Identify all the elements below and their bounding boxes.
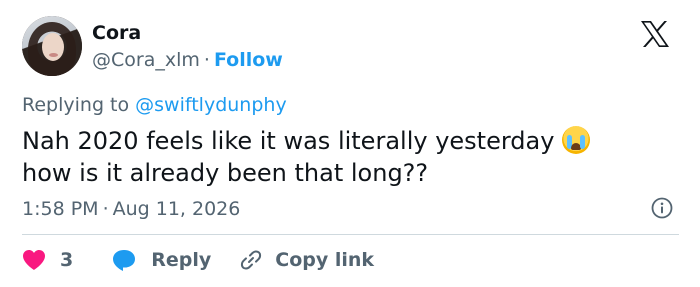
tweet-line-2: how is it already been that long?? [22,159,429,187]
divider [22,234,679,235]
link-icon [241,250,262,270]
avatar[interactable] [22,16,82,76]
x-logo-icon[interactable] [640,20,670,48]
timestamp-separator: · [102,198,109,220]
reply-mention-link[interactable]: @swiftlydunphy [135,94,287,116]
tweet-timestamp[interactable]: 1:58 PM · Aug 11, 2026 [22,198,240,220]
follow-button[interactable]: Follow [214,49,283,71]
reply-bubble-icon [113,250,136,271]
handle-line: @Cora_xlm · Follow [92,49,283,71]
avatar-lips [49,53,58,57]
copy-link-label: Copy link [275,249,375,271]
tweet-date: Aug 11, 2026 [112,198,241,220]
replying-to: Replying to @swiftlydunphy [22,94,287,116]
tweet-text: Nah 2020 feels like it was literally yes… [22,125,662,189]
heart-icon [23,250,45,270]
handle-separator: · [203,49,210,71]
action-bar: 3 Reply Copy link [22,246,374,274]
user-handle[interactable]: @Cora_xlm [92,49,200,71]
replying-prefix: Replying to [22,94,136,116]
tweet-time: 1:58 PM [22,198,99,220]
reply-button[interactable]: Reply [111,248,211,272]
like-button[interactable]: 3 [22,249,73,271]
tweet-line-1: Nah 2020 feels like it was literally yes… [22,127,555,155]
reply-label: Reply [151,249,212,271]
user-name[interactable]: Cora [92,22,141,44]
loudly-crying-face-icon [562,126,591,154]
like-count: 3 [60,249,74,271]
info-icon[interactable] [651,197,673,219]
copy-link-button[interactable]: Copy link [239,248,374,272]
